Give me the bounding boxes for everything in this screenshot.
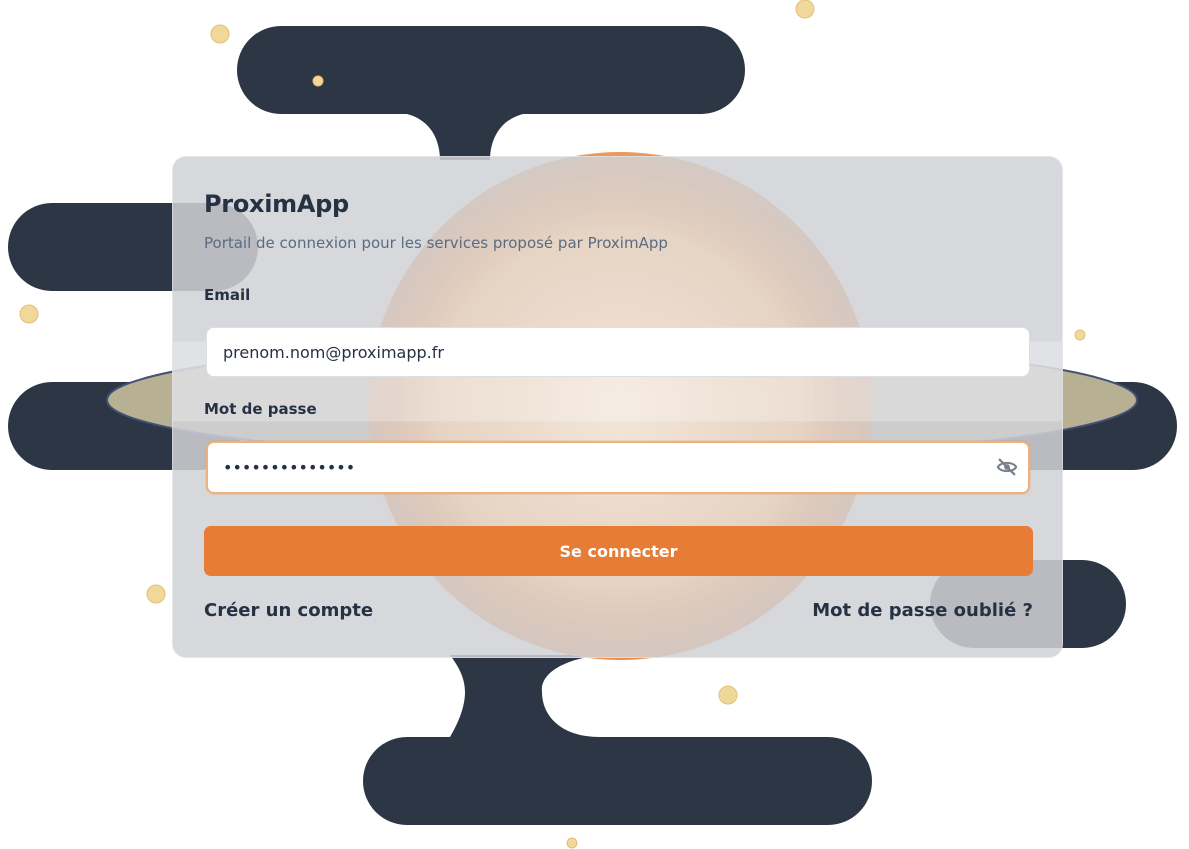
login-form: ProximApp Portail de connexion pour les …: [204, 157, 1033, 657]
forgot-password-link[interactable]: Mot de passe oublié ?: [812, 600, 1033, 621]
app-title: ProximApp: [204, 190, 349, 218]
login-card: ProximApp Portail de connexion pour les …: [172, 156, 1063, 658]
login-screen: ProximApp Portail de connexion pour les …: [0, 0, 1189, 849]
password-label: Mot de passe: [204, 400, 317, 418]
email-label: Email: [204, 286, 251, 304]
login-button[interactable]: Se connecter: [204, 526, 1033, 576]
app-subtitle: Portail de connexion pour les services p…: [204, 234, 668, 252]
create-account-link[interactable]: Créer un compte: [204, 600, 373, 621]
eye-off-icon: [996, 458, 1018, 476]
password-field[interactable]: [206, 441, 1030, 494]
email-field[interactable]: [206, 327, 1030, 377]
toggle-password-visibility-button[interactable]: [995, 455, 1019, 479]
